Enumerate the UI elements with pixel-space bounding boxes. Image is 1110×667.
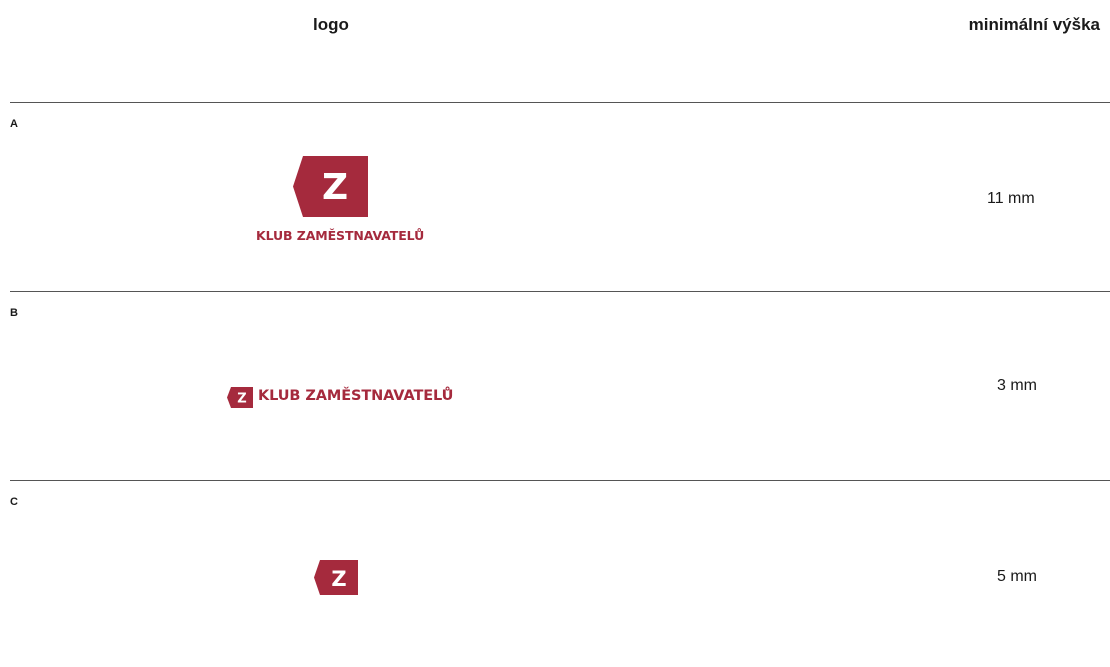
svg-text:Z: Z — [331, 567, 346, 591]
wordmark: KLUB ZAMĚSTNAVATELŮ — [258, 388, 454, 404]
row-label-a: A — [10, 118, 18, 130]
divider-b — [10, 291, 1110, 292]
z-mark-icon: Z — [293, 156, 368, 217]
svg-text:Z: Z — [322, 167, 348, 208]
svg-text:Z: Z — [237, 392, 246, 407]
header-logo: logo — [313, 15, 349, 34]
divider-c — [10, 480, 1110, 481]
row-label-b: B — [10, 307, 18, 319]
min-height-a: 11 mm — [987, 190, 1035, 207]
min-height-c: 5 mm — [997, 568, 1037, 585]
z-mark-icon: Z — [314, 560, 358, 595]
z-mark-icon: Z — [227, 387, 253, 408]
header-min-height: minimální výška — [968, 15, 1100, 34]
wordmark: KLUB ZAMĚSTNAVATELŮ — [256, 228, 425, 243]
divider-a — [10, 102, 1110, 103]
min-height-b: 3 mm — [997, 377, 1037, 394]
row-label-c: C — [10, 496, 18, 508]
